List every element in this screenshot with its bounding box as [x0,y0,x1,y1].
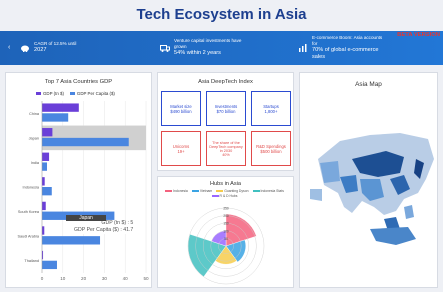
legend-label: R & D Hubs [219,194,238,198]
category-label: Japan [29,136,39,140]
bar-gdp-per-capita [42,187,52,196]
deeptech-startups: Startups 1,800+ [251,91,291,126]
gdp-legend: GDP (tn $) GDP Per Capita ($) [36,91,115,96]
legend-swatch [191,189,199,192]
x-tick-label: 20 [81,276,87,281]
chart-tooltip: GDP (tn $) : 5 GDP Per Capita ($) : 41.7 [74,220,134,234]
bar-gdp [42,128,53,137]
hubs-legend-item: Vietnam [191,189,213,193]
banner-text: E-commerce Boom: Asia accounts [312,34,383,40]
legend-swatch [165,189,173,192]
legend-swatch [211,194,219,197]
tooltip-line: GDP Per Capita ($) : 41.7 [74,226,134,233]
legend-label: Indonesia [173,189,188,193]
beta-badge: BETA VERSION [397,32,440,38]
x-tick-label: 0 [41,276,44,281]
legend-swatch [69,92,75,95]
box-value: $500 billion [260,148,282,154]
tooltip-line: GDP (tn $) : 5 [101,220,134,226]
truck-icon [160,43,170,53]
bar-chart-icon [298,43,308,53]
bar-gdp [42,177,45,186]
gdp-panel: Top 7 Asia Countries GDP GDP (tn $) GDP … [5,72,152,288]
x-tick-label: 10 [60,276,66,281]
hubs-title: Hubs in Asia [209,181,242,187]
bar-gdp-per-capita [42,260,57,270]
map-title: Asia Map [355,81,382,88]
deeptech-investments: Investments $70 billion [206,91,246,126]
category-label: India [31,161,40,165]
chevron-left-icon[interactable]: ‹ [8,44,10,51]
polar-tick-label: 250 [223,207,229,211]
category-label: China [29,112,40,116]
piggy-bank-icon [20,43,30,53]
hubs-legend: Indonesia Vietnam Guanting Dyson Indonesia … [164,189,289,199]
polar-tick-label: 200 [223,214,229,218]
hubs-legend-item: R & D Hubs [211,194,238,198]
bar-gdp [42,152,50,161]
bar-gdp-per-capita [42,162,47,171]
legend-label: Guanting Dyson [224,189,249,193]
bar-gdp [42,103,79,112]
box-value: $490 billion [170,108,192,114]
banner-text: sales [312,53,326,60]
legend-label: Vietnam [199,189,213,193]
hubs-legend-item: Indonesia [165,189,188,193]
banner-text: 2027 [34,47,47,54]
legend-swatch [252,189,260,192]
polar-tick-label: 150 [223,222,229,226]
box-value: $70 billion [216,108,236,114]
deeptech-market-size: Market size $490 billion [161,91,201,126]
x-tick-label: 50 [143,276,149,281]
deeptech-unicorns: Unicorns 19+ [161,131,201,166]
banner-item-cagr: CAGR of 12.5% until 2027 [20,31,130,65]
bar-gdp [42,201,46,211]
deeptech-rnd: R&D Spendings $500 billion [251,131,291,166]
deeptech-panel: Asia DeepTech Index Market size $490 bill… [157,72,294,171]
page-title: Tech Ecosystem in Asia [136,6,307,23]
legend-label: Indonesia Stats [260,189,284,193]
category-label: South Korea [18,210,40,214]
legend-swatch [216,189,224,192]
hubs-legend-item: Indonesia Stats [252,189,284,193]
box-value: 1,800+ [264,108,278,114]
x-tick-label: 40 [123,276,129,281]
banner-item-vc: Venture capital investments have grown 54%… [160,31,280,65]
legend-swatch [36,92,41,95]
gdp-chart: 0 10 20 30 40 50 China Japan India Indonesia South… [17,101,149,281]
polar-tick-label: 100 [223,229,229,233]
bar-gdp [42,226,45,235]
hubs-legend-item: Guanting Dyson [216,189,249,193]
tooltip-title: Japan [66,215,106,221]
polar-chart: 250 200 150 100 50 [187,207,265,285]
banner-text: 54% within 2 years [174,50,221,57]
deeptech-title: Asia DeepTech Index [198,79,253,85]
asia-map[interactable] [300,89,439,289]
bar-gdp-per-capita [42,236,101,245]
category-label: Thailand [24,259,39,263]
bar-gdp-per-capita [42,113,69,122]
hubs-panel: Hubs in Asia Indonesia Vietnam Guanting Dy… [157,176,294,288]
box-value: 40% [222,152,230,157]
bar-gdp-per-capita [42,137,129,147]
map-panel: Asia Map [299,72,438,288]
x-tick-label: 30 [102,276,108,281]
category-label: Indonesia [23,186,40,190]
gdp-panel-title: Top 7 Asia Countries GDP [44,79,113,85]
legend-label: GDP Per Capita ($) [76,91,115,96]
box-value: 19+ [177,148,185,154]
polar-tick-label: 50 [224,237,228,241]
legend-label: GDP (tn $) [43,91,64,96]
stats-banner: ‹ CAGR of 12.5% until 2027 Venture capita… [0,31,443,65]
category-label: Saudi Arabia [17,235,39,239]
banner-text: 70% of global e-commerce [312,46,379,53]
deeptech-share: The share of the DeepTech company in 2030 4… [206,131,246,166]
